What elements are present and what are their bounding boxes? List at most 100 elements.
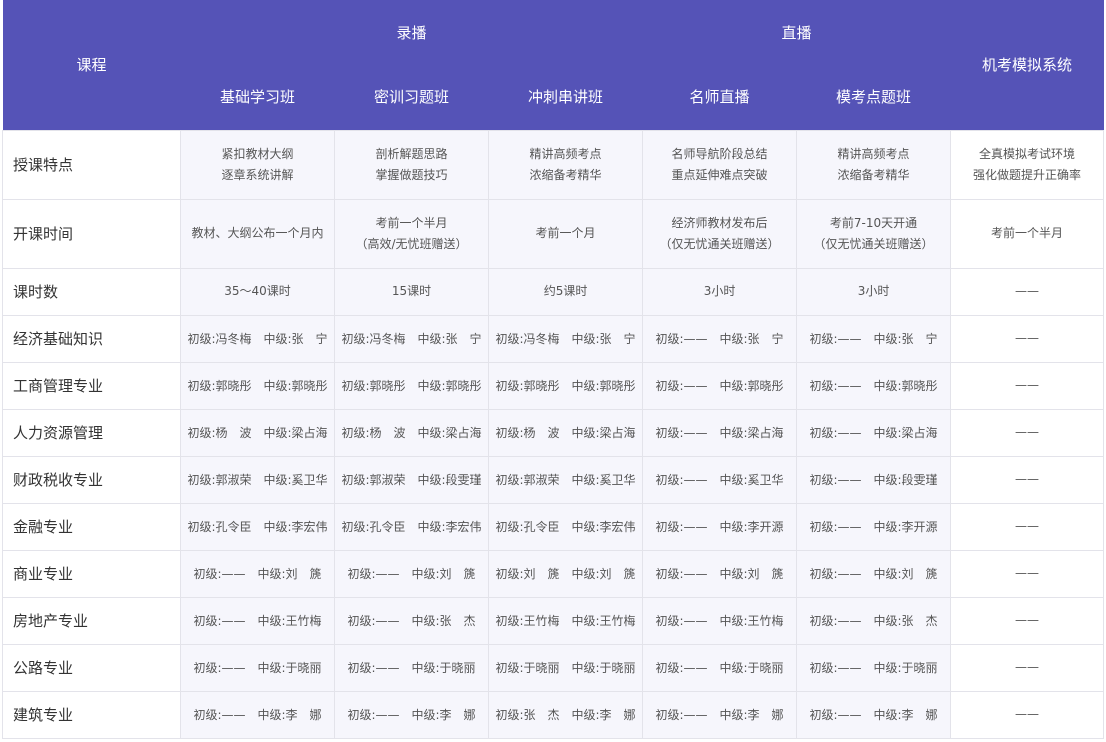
table-cell: —— (950, 314, 1105, 363)
intermediate-teacher: 中级:郭晓彤 (263, 379, 328, 393)
cell-text: （高效/无忧班赠送） (355, 236, 468, 251)
teacher-pair: 初级:孔令臣 中级:李宏伟 (495, 518, 635, 535)
intermediate-teacher: 中级:李 娜 (571, 708, 636, 722)
teacher-pair: 初级:—— 中级:李开源 (809, 518, 937, 535)
table-cell: 初级:孔令臣 中级:李宏伟 (487, 502, 644, 551)
table-cell: 初级:—— 中级:王竹梅 (642, 596, 798, 645)
table-cell: 约5课时 (487, 267, 644, 316)
intermediate-teacher: 中级:张 杰 (873, 614, 938, 628)
table-cell: 初级:—— 中级:段雯瑾 (796, 455, 952, 504)
table-cell: 初级:—— 中级:刘 篪 (796, 549, 952, 598)
intermediate-teacher: 中级:李 娜 (719, 708, 784, 722)
cell-text: 精讲高频考点 (529, 146, 602, 161)
cell-text: 教材、大纲公布一个月内 (191, 226, 324, 240)
table-row: 房地产专业 初级:—— 中级:王竹梅 初级:—— 中级:张 杰初级:王竹梅 中级:王竹梅初… (2, 596, 1105, 645)
teacher-pair: 初级:王竹梅 中级:王竹梅 (495, 612, 635, 629)
cell-text: —— (1015, 472, 1040, 486)
table-row: 授课特点 紧扣教材大纲 逐章系统讲解 剖析解题思路 掌握做题技巧 精讲高频考点 浓缩备考精华… (2, 129, 1105, 200)
teacher-pair: 初级:郭晓彤 中级:郭晓彤 (495, 377, 635, 394)
table-cell: 初级:—— 中级:李 娜 (180, 690, 335, 739)
intermediate-teacher: 中级:王竹梅 (719, 614, 784, 628)
table-cell: 初级:—— 中级:刘 篪 (642, 549, 798, 598)
table-cell: 初级:—— 中级:李 娜 (642, 690, 798, 739)
junior-teacher: 初级:—— (655, 614, 708, 628)
teacher-pair: 初级:—— 中级:王竹梅 (193, 612, 321, 629)
table-cell: 考前一个半月 （高效/无忧班赠送） (334, 198, 489, 269)
junior-teacher: 初级:—— (655, 567, 708, 581)
intermediate-teacher: 中级:于晓丽 (257, 661, 322, 675)
teacher-pair: 初级:冯冬梅 中级:张 宁 (341, 330, 481, 347)
row-label: 开课时间 (2, 198, 181, 269)
table-row: 商业专业 初级:—— 中级:刘 篪初级:—— 中级:刘 篪初级:刘 篪中级:刘 篪初级… (2, 549, 1105, 598)
intermediate-teacher: 中级:张 宁 (417, 332, 482, 346)
junior-teacher: 初级:—— (193, 661, 246, 675)
junior-teacher: 初级:—— (347, 614, 400, 628)
teacher-pair: 初级:—— 中级:于晓丽 (193, 659, 321, 676)
teacher-pair: 初级:—— 中级:王竹梅 (655, 612, 783, 629)
intermediate-teacher: 中级:于晓丽 (873, 661, 938, 675)
teacher-pair: 初级:—— 中级:张 杰 (809, 612, 937, 629)
teacher-pair: 初级:—— 中级:梁占海 (655, 424, 783, 441)
junior-teacher: 初级:郭淑荣 (341, 473, 406, 487)
junior-teacher: 初级:—— (347, 661, 400, 675)
table-row: 建筑专业 初级:—— 中级:李 娜初级:—— 中级:李 娜初级:张 杰中级:李 娜初级… (2, 690, 1105, 739)
cell-text: —— (1015, 566, 1040, 580)
teacher-pair: 初级:—— 中级:郭晓彤 (809, 377, 937, 394)
intermediate-teacher: 中级:郭晓彤 (417, 379, 482, 393)
junior-teacher: 初级:—— (655, 661, 708, 675)
intermediate-teacher: 中级:张 宁 (719, 332, 784, 346)
junior-teacher: 初级:郭淑荣 (495, 473, 560, 487)
teacher-pair: 初级:郭淑荣 中级:奚卫华 (495, 471, 635, 488)
table-cell: 初级:—— 中级:张 杰 (334, 596, 489, 645)
table-cell: 初级:—— 中级:王竹梅 (180, 596, 335, 645)
intermediate-teacher: 中级:梁占海 (417, 426, 482, 440)
intermediate-teacher: 中级:段雯瑾 (417, 473, 482, 487)
cell-text: 35～40课时 (224, 284, 291, 298)
teacher-pair: 初级:—— 中级:段雯瑾 (809, 471, 937, 488)
teacher-pair: 初级:—— 中级:李 娜 (655, 706, 783, 723)
teacher-pair: 初级:张 杰中级:李 娜 (495, 706, 635, 723)
teacher-pair: 初级:—— 中级:刘 篪 (809, 565, 937, 582)
cell-text: 3小时 (857, 284, 890, 298)
intermediate-teacher: 中级:张 杰 (411, 614, 476, 628)
table-cell: —— (950, 361, 1105, 410)
column-header-basic: 基础学习班 (180, 64, 335, 130)
table-cell: 初级:—— 中级:李开源 (796, 502, 952, 551)
cell-text: 精讲高频考点 (837, 146, 910, 161)
row-label: 人力资源管理 (2, 408, 181, 457)
table-cell: —— (950, 690, 1105, 739)
teacher-pair: 初级:—— 中级:李开源 (655, 518, 783, 535)
table-row: 开课时间 教材、大纲公布一个月内 考前一个半月 （高效/无忧班赠送） 考前一个月 经济师教… (2, 198, 1105, 269)
teacher-pair: 初级:—— 中级:张 杰 (347, 612, 475, 629)
table-row: 人力资源管理 初级:杨 波中级:梁占海 初级:杨 波中级:梁占海 初级:杨 波中级:梁… (2, 408, 1105, 457)
intermediate-teacher: 中级:郭晓彤 (571, 379, 636, 393)
cell-text: 全真模拟考试环境 (979, 146, 1076, 161)
cell-text: —— (1015, 660, 1040, 674)
intermediate-teacher: 中级:梁占海 (873, 426, 938, 440)
table-cell: 初级:王竹梅 中级:王竹梅 (487, 596, 644, 645)
row-label: 经济基础知识 (2, 314, 181, 363)
table-cell: 剖析解题思路 掌握做题技巧 (334, 129, 489, 200)
teacher-pair: 初级:孔令臣 中级:李宏伟 (187, 518, 327, 535)
table-cell: 初级:郭晓彤 中级:郭晓彤 (487, 361, 644, 410)
table-cell: 初级:—— 中级:梁占海 (796, 408, 952, 457)
junior-teacher: 初级:—— (809, 567, 862, 581)
teacher-pair: 初级:—— 中级:于晓丽 (809, 659, 937, 676)
teacher-pair: 初级:杨 波中级:梁占海 (187, 424, 327, 441)
junior-teacher: 初级:—— (809, 661, 862, 675)
junior-teacher: 初级:—— (809, 708, 862, 722)
table-cell: 初级:杨 波中级:梁占海 (334, 408, 489, 457)
row-label: 金融专业 (2, 502, 181, 551)
table-cell: 初级:郭晓彤 中级:郭晓彤 (180, 361, 335, 410)
junior-teacher: 初级:郭晓彤 (341, 379, 406, 393)
junior-teacher: 初级:—— (655, 708, 708, 722)
junior-teacher: 初级:杨 波 (187, 426, 252, 440)
table-cell: 初级:郭淑荣 中级:奚卫华 (180, 455, 335, 504)
teacher-pair: 初级:郭淑荣 中级:段雯瑾 (341, 471, 481, 488)
table-cell: —— (950, 643, 1105, 692)
junior-teacher: 初级:王竹梅 (495, 614, 560, 628)
cell-text: 剖析解题思路 (375, 146, 448, 161)
row-label: 授课特点 (2, 129, 181, 200)
junior-teacher: 初级:—— (809, 426, 862, 440)
teacher-pair: 初级:—— 中级:李 娜 (809, 706, 937, 723)
